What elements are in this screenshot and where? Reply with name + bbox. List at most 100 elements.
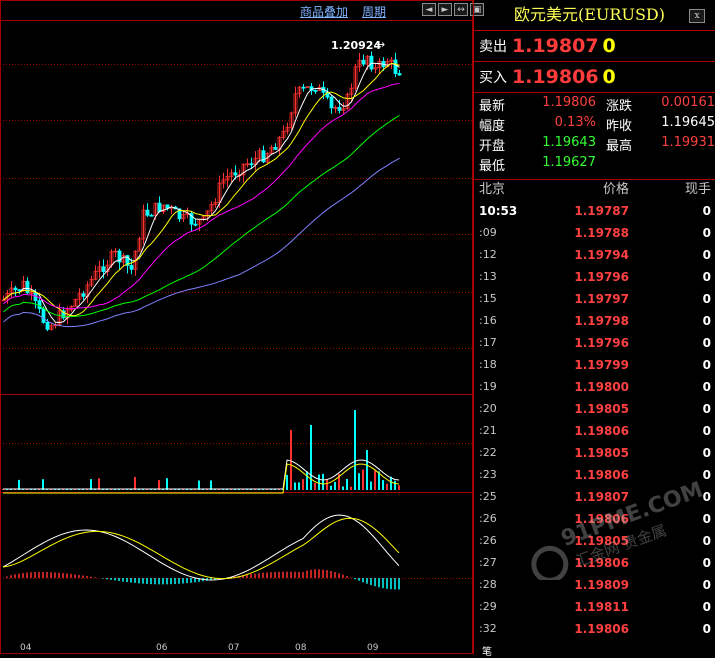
candle-body <box>301 86 306 89</box>
trades-tab[interactable]: 笔 <box>482 643 492 658</box>
tick-volume: 0 <box>702 380 711 394</box>
volume-bar <box>342 486 344 490</box>
candle-body <box>369 55 374 70</box>
period-link[interactable]: 周期 <box>362 3 386 19</box>
volume-bar <box>298 482 300 490</box>
volume-bar <box>286 474 288 490</box>
candle-body <box>45 322 50 330</box>
moving-average-line <box>3 157 400 328</box>
volume-bar <box>314 482 316 490</box>
volume-bar <box>354 410 356 490</box>
tick-volume: 0 <box>702 490 711 504</box>
tick-row: :13 1.19796 0 <box>474 266 715 288</box>
candle-body <box>337 106 342 111</box>
stat-value: 0.13% <box>554 115 596 130</box>
volume-bar <box>306 471 308 490</box>
tick-row: :19 1.19800 0 <box>474 376 715 398</box>
close-icon[interactable]: x <box>689 9 705 23</box>
tick-time: :18 <box>479 358 497 371</box>
candle-body <box>41 308 46 323</box>
volume-bar <box>382 480 384 490</box>
volume-bar <box>302 479 304 490</box>
tick-time: :28 <box>479 578 497 591</box>
volume-bar <box>330 485 332 490</box>
tick-price: 1.19796 <box>574 336 629 350</box>
tick-time: 10:53 <box>479 204 518 218</box>
volume-bar <box>394 480 396 490</box>
tick-price: 1.19794 <box>574 248 629 262</box>
candle-body <box>397 73 402 76</box>
x-axis-label: 09 <box>367 643 379 653</box>
ticks-header-volume: 现手 <box>684 182 711 197</box>
candle-body <box>249 163 254 166</box>
tick-row: :16 1.19798 0 <box>474 310 715 332</box>
tick-price: 1.19788 <box>574 226 629 240</box>
tick-time: :15 <box>479 292 497 305</box>
macd-dea-line <box>2 517 400 580</box>
x-axis-label: 06 <box>156 643 168 653</box>
ticks-header-price: 价格 <box>602 182 629 197</box>
buy-quote-row: 买入 1.19806 0 <box>474 62 715 93</box>
volume-bar <box>134 476 136 490</box>
tick-price: 1.19811 <box>574 600 629 614</box>
kline-chart-area[interactable]: 商品叠加 周期 ◄ ► ↔ ▣ 1.20924 → 04 06 07 08 09 <box>0 0 484 654</box>
candle-body <box>17 289 22 292</box>
tick-price: 1.19806 <box>574 512 629 526</box>
stat-value: 1.19643 <box>542 135 596 150</box>
ticks-header-time: 北京 <box>479 182 506 197</box>
stat-value: 0.00161 <box>661 95 715 110</box>
volume-bar <box>326 478 328 490</box>
tick-row: :22 1.19805 0 <box>474 442 715 464</box>
stat-key: 幅度 <box>479 119 506 134</box>
buy-price: 1.19806 <box>512 66 599 88</box>
stat-key: 涨跌 <box>605 99 632 114</box>
tick-volume: 0 <box>702 314 711 328</box>
stat-value: 1.19627 <box>542 155 596 170</box>
volume-bar <box>290 430 292 490</box>
kline-chart[interactable] <box>0 0 473 654</box>
tick-price: 1.19799 <box>574 358 629 372</box>
volume-bar <box>166 478 168 490</box>
volume-bar <box>90 479 92 490</box>
candle-body <box>145 209 150 216</box>
volume-bar <box>18 479 20 490</box>
tick-row: :26 1.19806 0 <box>474 508 715 530</box>
buy-label: 买入 <box>479 70 507 86</box>
candle-body <box>193 223 198 226</box>
tick-row: :18 1.19799 0 <box>474 354 715 376</box>
stat-key: 最高 <box>605 139 632 154</box>
volume-bar <box>318 474 320 490</box>
tick-row: :28 1.19809 0 <box>474 574 715 596</box>
tick-volume: 0 <box>702 402 711 416</box>
sell-label: 卖出 <box>479 39 507 55</box>
macd-dif-line <box>2 514 400 581</box>
candle-body <box>101 266 106 272</box>
tick-price: 1.19805 <box>574 534 629 548</box>
candle-body <box>393 59 398 74</box>
candle-body <box>129 265 134 270</box>
stat-value: 1.19806 <box>542 95 596 110</box>
tick-volume: 0 <box>702 226 711 240</box>
scroll-right-icon[interactable]: ► <box>438 3 452 16</box>
candle-body <box>165 204 170 209</box>
tick-time: :25 <box>479 490 497 503</box>
ticks-list[interactable]: 10:53 1.19787 0:09 1.19788 0:12 1.19794 0:13 1.… <box>474 200 715 640</box>
stat-row: 幅度 0.13% 昨收 1.19645 <box>474 115 715 135</box>
sell-volume: 0 <box>602 35 616 57</box>
tick-time: :23 <box>479 468 497 481</box>
tick-row: :32 1.19806 0 <box>474 618 715 640</box>
x-axis-label: 04 <box>20 643 32 653</box>
tick-row: :09 1.19788 0 <box>474 222 715 244</box>
zoom-icon[interactable]: ↔ <box>454 3 468 16</box>
tick-volume: 0 <box>702 336 711 350</box>
stat-row: 最新 1.19806 涨跌 0.00161 <box>474 95 715 115</box>
ticks-header: 北京 价格 现手 <box>474 180 715 200</box>
symbol-title: 欧元美元(EURUSD) x <box>474 0 715 31</box>
stats-table: 最新 1.19806 涨跌 0.00161 幅度 0.13% 昨收 1.19645 开盘 1.19… <box>474 93 715 180</box>
scroll-left-icon[interactable]: ◄ <box>422 3 436 16</box>
tick-time: :19 <box>479 380 497 393</box>
peak-price-label: 1.20924 <box>331 39 382 52</box>
overlay-link[interactable]: 商品叠加 <box>300 3 348 19</box>
stat-value: 1.19645 <box>661 115 715 130</box>
candle-body <box>37 300 42 310</box>
